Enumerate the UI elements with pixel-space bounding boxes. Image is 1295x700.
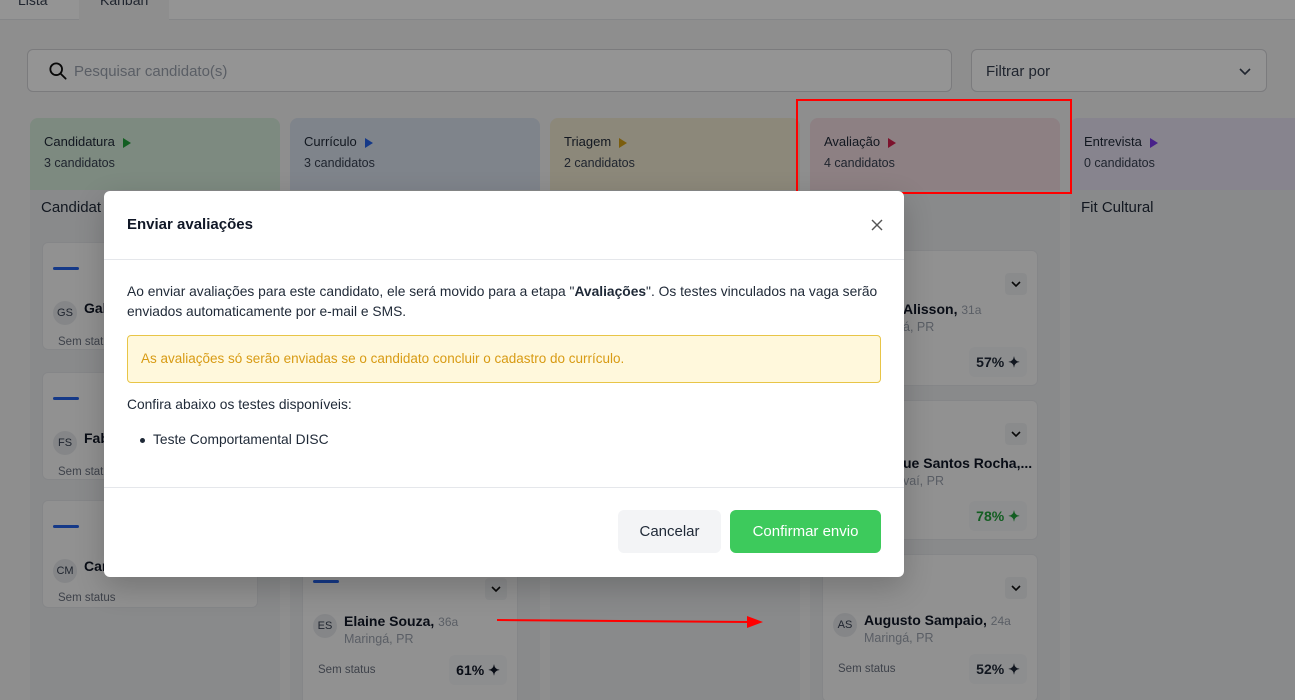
modal-divider — [104, 259, 904, 260]
confirm-send-button[interactable]: Confirmar envio — [730, 510, 881, 553]
cancel-button[interactable]: Cancelar — [618, 510, 721, 553]
send-assessments-modal: Enviar avaliações Ao enviar avaliações p… — [104, 191, 904, 577]
modal-divider — [104, 487, 904, 488]
close-icon[interactable] — [870, 218, 884, 232]
modal-description-text: Ao enviar avaliações para este candidato… — [127, 284, 575, 299]
modal-title: Enviar avaliações — [127, 216, 253, 233]
warning-alert: As avaliações só serão enviadas se o can… — [127, 335, 881, 383]
annotation-arrow-icon — [497, 616, 763, 628]
warning-text: As avaliações só serão enviadas se o can… — [141, 351, 625, 366]
highlight-annotation-box — [796, 99, 1072, 194]
stage-name: Avaliações — [574, 284, 647, 299]
kanban-page: Lista Kanban Pesquisar candidato(s) Filt… — [0, 0, 1295, 700]
test-list-item: Teste Comportamental DISC — [140, 432, 329, 447]
tests-heading: Confira abaixo os testes disponíveis: — [127, 397, 352, 412]
modal-description: Ao enviar avaliações para este candidato… — [127, 282, 887, 322]
